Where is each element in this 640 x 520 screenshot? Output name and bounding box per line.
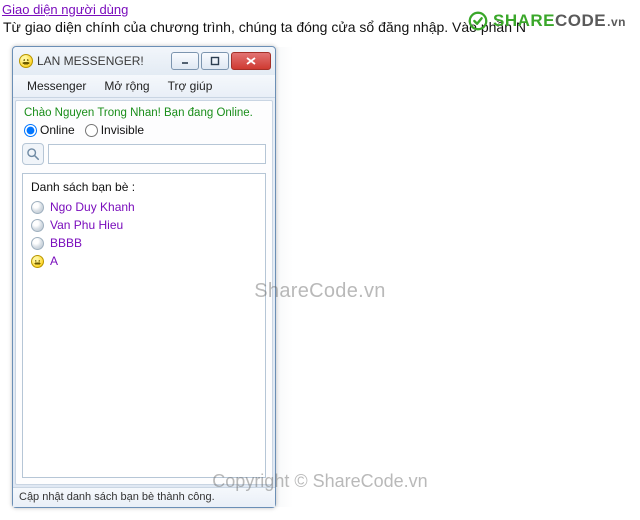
list-item[interactable]: BBBB <box>31 234 257 252</box>
sharecode-swirl-icon <box>467 10 489 32</box>
search-input[interactable] <box>48 144 266 164</box>
list-item[interactable]: Ngo Duy Khanh <box>31 198 257 216</box>
status-online-label: Online <box>40 123 75 137</box>
logo-vn: .vn <box>607 15 626 29</box>
buddy-list[interactable]: Danh sách bạn bè : Ngo Duy Khanh Van Phu … <box>22 173 266 478</box>
sharecode-logo: SHARECODE.vn <box>467 10 626 32</box>
status-invisible-radio[interactable] <box>85 124 98 137</box>
close-icon <box>245 56 257 66</box>
status-online-radio[interactable] <box>24 124 37 137</box>
menu-morong[interactable]: Mở rộng <box>96 77 157 95</box>
status-bar: Cập nhật danh sách bạn bè thành công. <box>13 487 275 507</box>
status-offline-icon <box>31 219 44 232</box>
status-online[interactable]: Online <box>24 123 75 137</box>
status-invisible[interactable]: Invisible <box>85 123 144 137</box>
menubar: Messenger Mở rộng Trợ giúp <box>13 75 275 98</box>
buddy-name: Van Phu Hieu <box>50 218 123 232</box>
search-row <box>16 143 272 171</box>
status-online-icon <box>31 255 44 268</box>
app-smiley-icon <box>19 54 33 68</box>
menu-trogiup[interactable]: Trợ giúp <box>160 77 221 95</box>
buddylist-header: Danh sách bạn bè : <box>31 180 257 194</box>
minimize-button[interactable] <box>171 52 199 70</box>
list-item[interactable]: A <box>31 252 257 270</box>
menu-messenger[interactable]: Messenger <box>19 77 94 95</box>
window-title: LAN MESSENGER! <box>33 54 171 68</box>
maximize-icon <box>210 56 220 66</box>
status-invisible-label: Invisible <box>101 123 144 137</box>
search-icon[interactable] <box>22 143 44 165</box>
list-item[interactable]: Van Phu Hieu <box>31 216 257 234</box>
status-offline-icon <box>31 237 44 250</box>
buddy-name: BBBB <box>50 236 82 250</box>
logo-share: SHARE <box>493 11 555 30</box>
greeting-text: Chào Nguyen Trong Nhan! Bạn đang Online. <box>16 101 272 123</box>
buddy-name: A <box>50 254 58 268</box>
minimize-icon <box>180 56 190 66</box>
titlebar[interactable]: LAN MESSENGER! <box>13 47 275 75</box>
close-button[interactable] <box>231 52 271 70</box>
status-row: Online Invisible <box>16 123 272 143</box>
maximize-button[interactable] <box>201 52 229 70</box>
buddy-name: Ngo Duy Khanh <box>50 200 135 214</box>
status-offline-icon <box>31 201 44 214</box>
app-window: LAN MESSENGER! Messenger Mở rộng Trợ giú… <box>12 46 276 508</box>
client-area: Chào Nguyen Trong Nhan! Bạn đang Online.… <box>15 100 273 485</box>
logo-code: CODE <box>555 11 606 30</box>
section-link[interactable]: Giao diện người dùng <box>0 0 130 17</box>
